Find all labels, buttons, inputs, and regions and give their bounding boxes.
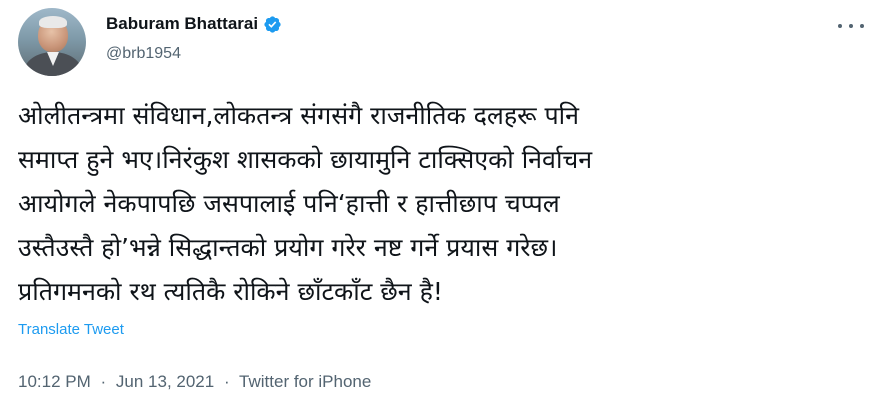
more-dot	[849, 24, 853, 28]
tweet-source[interactable]: Twitter for iPhone	[239, 372, 371, 391]
avatar-hair-shape	[39, 16, 67, 28]
tweet-line: उस्तैउस्तै हो’भन्ने सिद्धान्तको प्रयोग ग…	[18, 233, 558, 262]
tweet-date[interactable]: Jun 13, 2021	[116, 372, 214, 391]
translate-tweet-link[interactable]: Translate Tweet	[18, 321, 124, 338]
meta-separator: ·	[100, 372, 107, 391]
tweet-text: ओलीतन्त्रमा संविधान,लोकतन्त्र संगसंगै रा…	[18, 94, 868, 314]
more-dot	[860, 24, 864, 28]
tweet-line: प्रतिगमनको रथ त्यतिकै रोकिने छाँटकाँट छै…	[18, 277, 443, 306]
tweet-line: ओलीतन्त्रमा संविधान,लोकतन्त्र संगसंगै रा…	[18, 101, 580, 130]
meta-separator: ·	[223, 372, 230, 391]
tweet-line: आयोगले नेकपापछि जसपालाई पनि‘हात्ती र हात…	[18, 189, 560, 218]
tweet-line: समाप्त हुने भए।निरंकुश शासकको छायामुनि ट…	[18, 145, 593, 174]
author-handle[interactable]: @brb1954	[106, 45, 181, 63]
tweet-card: Baburam Bhattarai @brb1954 ओलीतन्त्रमा स…	[0, 0, 881, 420]
author-name-row: Baburam Bhattarai	[106, 14, 282, 34]
avatar[interactable]	[18, 8, 86, 76]
more-options-icon[interactable]	[838, 16, 864, 36]
author-name[interactable]: Baburam Bhattarai	[106, 14, 258, 34]
verified-badge-icon	[263, 15, 282, 34]
more-dot	[838, 24, 842, 28]
tweet-meta: 10:12 PM · Jun 13, 2021 · Twitter for iP…	[18, 372, 371, 392]
tweet-time[interactable]: 10:12 PM	[18, 372, 91, 391]
